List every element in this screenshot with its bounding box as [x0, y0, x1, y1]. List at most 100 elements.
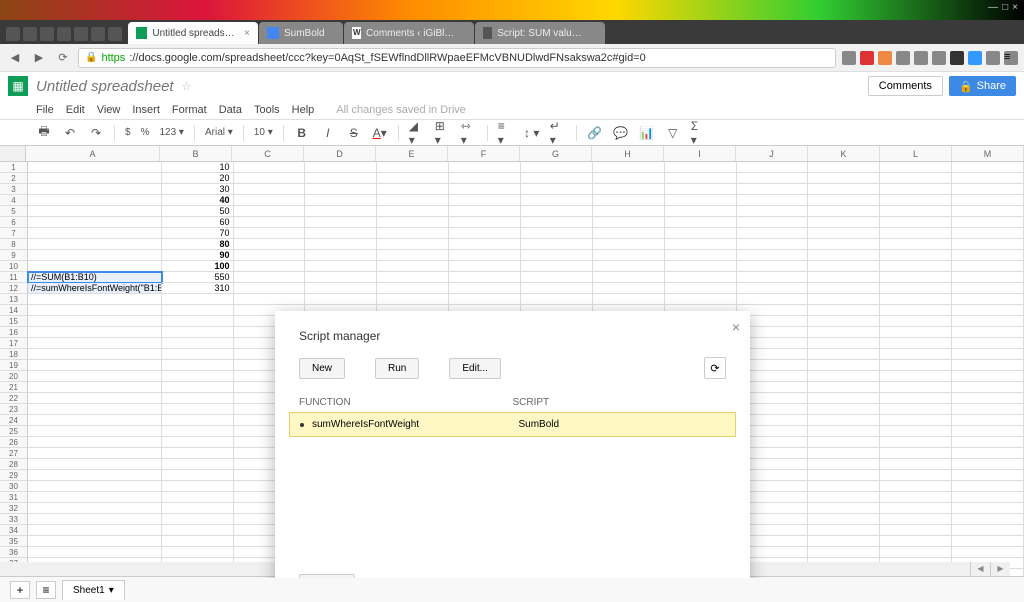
cell-M27[interactable]: [952, 448, 1024, 459]
row-header[interactable]: 24: [0, 415, 28, 426]
cell-G11[interactable]: [521, 272, 593, 283]
row-header[interactable]: 6: [0, 217, 28, 228]
cell-J2[interactable]: [737, 173, 809, 184]
cell-A2[interactable]: [28, 173, 162, 184]
text-color-icon[interactable]: A ▾: [372, 125, 388, 141]
col-header-D[interactable]: D: [304, 146, 376, 161]
link-icon[interactable]: 🔗: [587, 125, 603, 141]
cell-M34[interactable]: [952, 525, 1024, 536]
cell-J9[interactable]: [737, 250, 809, 261]
cell-K13[interactable]: [808, 294, 880, 305]
cell-I6[interactable]: [665, 217, 737, 228]
scroll-right-icon[interactable]: ▶: [990, 562, 1010, 576]
cell-L8[interactable]: [880, 239, 952, 250]
cell-L30[interactable]: [880, 481, 952, 492]
cell-E5[interactable]: [377, 206, 449, 217]
row-header[interactable]: 35: [0, 536, 28, 547]
col-header-G[interactable]: G: [520, 146, 592, 161]
row-header[interactable]: 13: [0, 294, 28, 305]
cell-F5[interactable]: [449, 206, 521, 217]
row-header[interactable]: 28: [0, 459, 28, 470]
cell-K15[interactable]: [808, 316, 880, 327]
row-header[interactable]: 5: [0, 206, 28, 217]
cell-M35[interactable]: [952, 536, 1024, 547]
cell-A10[interactable]: [28, 261, 162, 272]
all-sheets-button[interactable]: ≡: [36, 581, 56, 599]
cell-K6[interactable]: [808, 217, 880, 228]
print-icon[interactable]: 🖶: [36, 125, 52, 141]
cell-G3[interactable]: [521, 184, 593, 195]
cell-I5[interactable]: [665, 206, 737, 217]
cell-A36[interactable]: [28, 547, 162, 558]
cell-C6[interactable]: [234, 217, 306, 228]
cell-L18[interactable]: [880, 349, 952, 360]
cell-K18[interactable]: [808, 349, 880, 360]
ext-icon[interactable]: [950, 51, 964, 65]
cell-G12[interactable]: [521, 283, 593, 294]
cell-G4[interactable]: [521, 195, 593, 206]
cell-K26[interactable]: [808, 437, 880, 448]
cell-E7[interactable]: [377, 228, 449, 239]
cell-K20[interactable]: [808, 371, 880, 382]
col-header-H[interactable]: H: [592, 146, 664, 161]
cell-I3[interactable]: [665, 184, 737, 195]
cell-B29[interactable]: [162, 470, 234, 481]
menu-edit[interactable]: Edit: [66, 104, 85, 116]
cell-E3[interactable]: [377, 184, 449, 195]
menu-help[interactable]: Help: [292, 104, 315, 116]
cell-F7[interactable]: [449, 228, 521, 239]
cell-F8[interactable]: [449, 239, 521, 250]
menu-view[interactable]: View: [97, 104, 121, 116]
cell-F3[interactable]: [449, 184, 521, 195]
cell-A3[interactable]: [28, 184, 162, 195]
cell-M26[interactable]: [952, 437, 1024, 448]
cell-M12[interactable]: [952, 283, 1024, 294]
cell-B18[interactable]: [162, 349, 234, 360]
row-header[interactable]: 16: [0, 327, 28, 338]
menu-icon[interactable]: ≡: [1004, 51, 1018, 65]
cell-L22[interactable]: [880, 393, 952, 404]
strike-icon[interactable]: S: [346, 125, 362, 141]
cell-I9[interactable]: [665, 250, 737, 261]
cell-J8[interactable]: [737, 239, 809, 250]
cell-M17[interactable]: [952, 338, 1024, 349]
cell-K7[interactable]: [808, 228, 880, 239]
row-header[interactable]: 3: [0, 184, 28, 195]
cell-C9[interactable]: [234, 250, 306, 261]
cell-M22[interactable]: [952, 393, 1024, 404]
cell-J1[interactable]: [737, 162, 809, 173]
cell-M23[interactable]: [952, 404, 1024, 415]
cell-J11[interactable]: [737, 272, 809, 283]
cell-K33[interactable]: [808, 514, 880, 525]
cell-A30[interactable]: [28, 481, 162, 492]
cell-C4[interactable]: [234, 195, 306, 206]
row-header[interactable]: 17: [0, 338, 28, 349]
cell-L31[interactable]: [880, 492, 952, 503]
row-header[interactable]: 11: [0, 272, 28, 283]
cell-B28[interactable]: [162, 459, 234, 470]
comment-icon[interactable]: 💬: [613, 125, 629, 141]
ext-icon[interactable]: [968, 51, 982, 65]
cell-F6[interactable]: [449, 217, 521, 228]
cell-E6[interactable]: [377, 217, 449, 228]
cell-B35[interactable]: [162, 536, 234, 547]
cell-M31[interactable]: [952, 492, 1024, 503]
cell-H10[interactable]: [593, 261, 665, 272]
row-header[interactable]: 2: [0, 173, 28, 184]
tab-close-icon[interactable]: ×: [244, 28, 250, 39]
cell-B25[interactable]: [162, 426, 234, 437]
cell-A26[interactable]: [28, 437, 162, 448]
cell-A25[interactable]: [28, 426, 162, 437]
share-button[interactable]: 🔒 Share: [949, 76, 1016, 96]
cell-B5[interactable]: 50: [162, 206, 234, 217]
tray-icon[interactable]: [6, 27, 20, 41]
col-header-L[interactable]: L: [880, 146, 952, 161]
cell-H9[interactable]: [593, 250, 665, 261]
cell-M18[interactable]: [952, 349, 1024, 360]
cell-L12[interactable]: [880, 283, 952, 294]
cell-I2[interactable]: [665, 173, 737, 184]
minimize-button[interactable]: —: [988, 2, 998, 18]
cell-B14[interactable]: [162, 305, 234, 316]
tab-close-icon[interactable]: ×: [461, 28, 467, 39]
tray-icon[interactable]: [40, 27, 54, 41]
